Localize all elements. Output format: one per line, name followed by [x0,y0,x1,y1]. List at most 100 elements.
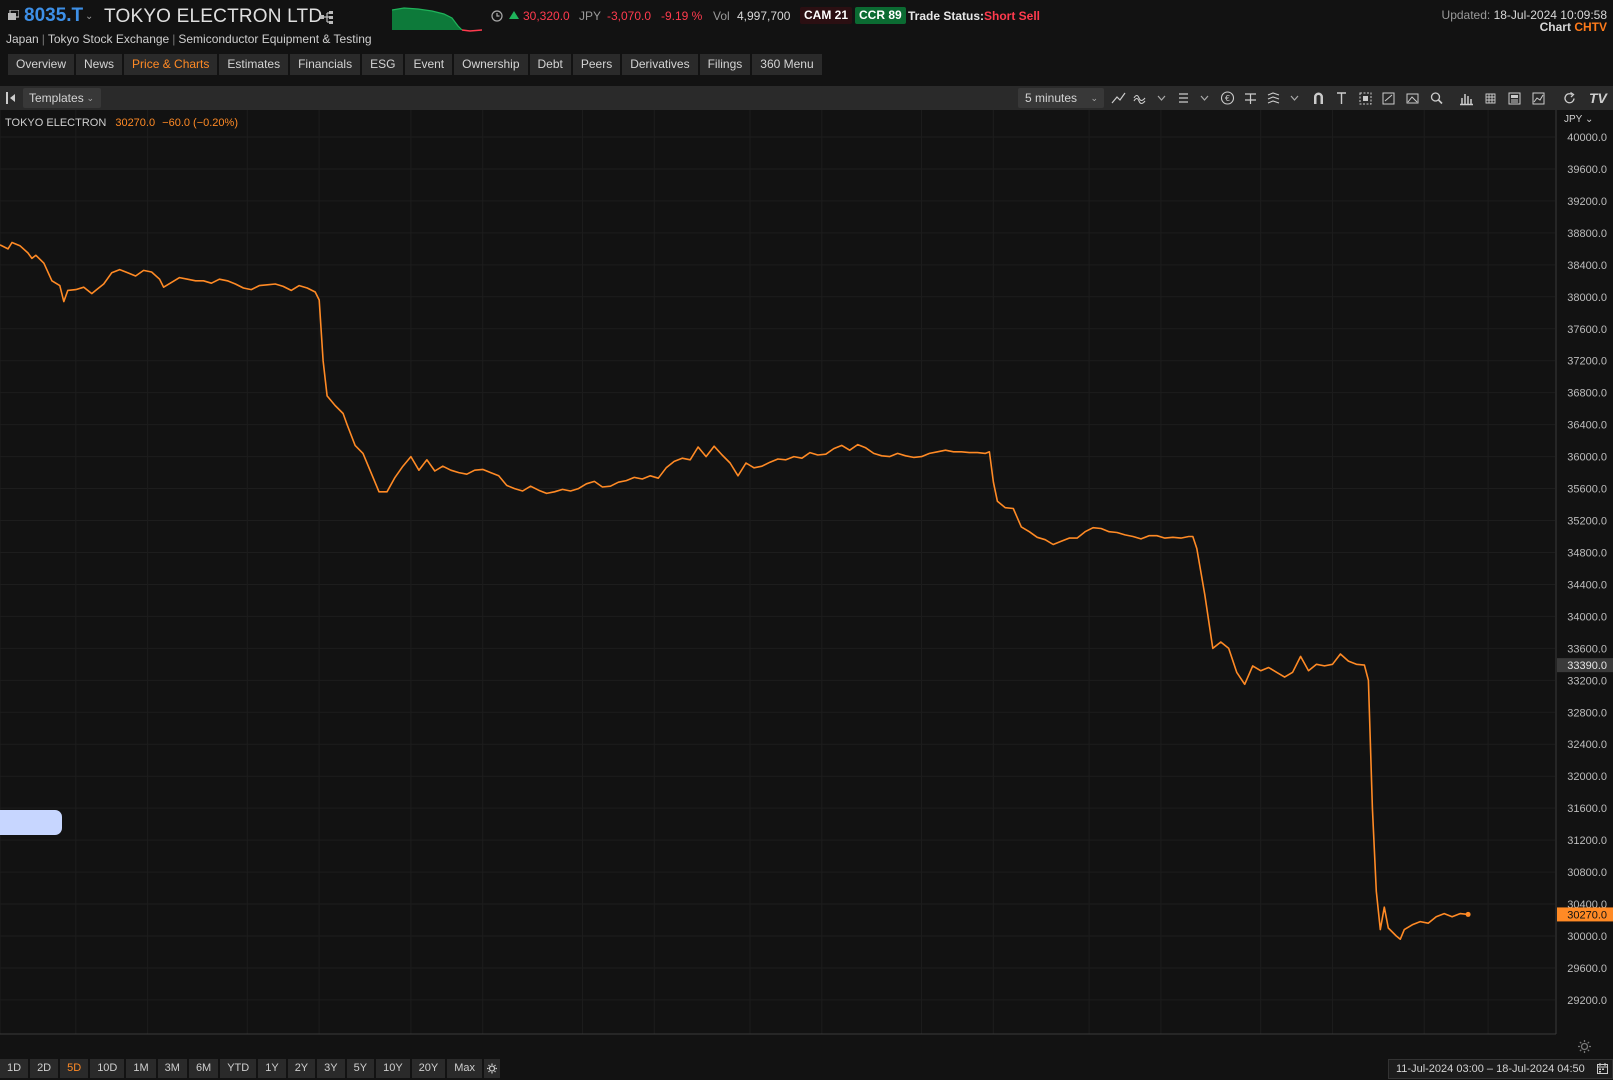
range-10y[interactable]: 10Y [376,1059,410,1078]
range-10d[interactable]: 10D [90,1059,125,1078]
sidebar-toggle-icon[interactable] [6,92,16,104]
templates-dropdown[interactable]: Templates ⌄ [23,88,101,108]
select-icon[interactable] [1356,89,1375,107]
zoom-box-icon[interactable] [1379,89,1398,107]
side-panel-tab[interactable] [0,810,62,835]
chevron-down-icon[interactable]: ⌄ [85,11,93,22]
range-settings-icon[interactable] [484,1059,501,1078]
quote-header: 8035.T ⌄ TOKYO ELECTRON LTD 30,320.0 JPY… [0,0,1613,84]
range-ytd[interactable]: YTD [220,1059,257,1078]
crosshair-icon[interactable] [1241,89,1260,107]
range-5d[interactable]: 5D [60,1059,89,1078]
price-line [0,241,1469,940]
tab-debt[interactable]: Debt [529,54,571,75]
y-tick-label: 33200.0 [1567,675,1607,687]
zoom-icon[interactable] [1427,89,1446,107]
compare-icon[interactable] [1529,89,1548,107]
ccr-badge[interactable]: CCR 89 [855,7,906,24]
chevron-down-icon: ⌄ [1584,114,1594,125]
tab-esg[interactable]: ESG [362,54,404,75]
tab-overview[interactable]: Overview [8,54,75,75]
y-tick-label: 35200.0 [1567,516,1607,528]
range-2y[interactable]: 2Y [287,1059,316,1078]
trade-status-value: Short Sell [984,9,1041,23]
y-tick-label: 32800.0 [1567,707,1607,719]
euro-icon[interactable]: € [1218,89,1237,107]
magnet-icon[interactable] [1309,89,1328,107]
tab-news[interactable]: News [76,54,123,75]
ric-code[interactable]: 8035.T [24,5,83,27]
y-tick-label: 36800.0 [1567,388,1607,400]
chart-legend: TOKYO ELECTRON 30270.0 −60.0 (−0.20%) [5,117,238,129]
tab-ownership[interactable]: Ownership [454,54,528,75]
price-chart[interactable]: 40000.0 39600.0 39200.0 38800.0 38400.0 38000… [0,110,1613,1080]
tab-peers[interactable]: Peers [572,54,621,75]
range-6m[interactable]: 6M [188,1059,219,1078]
range-3m[interactable]: 3M [157,1059,187,1078]
hierarchy-icon[interactable] [320,11,334,24]
calendar-icon[interactable] [1597,1063,1608,1074]
grid-icon[interactable] [1481,89,1500,107]
y-tick-label: 38400.0 [1567,260,1607,272]
tab-estimates[interactable]: Estimates [219,54,289,75]
tab-financials[interactable]: Financials [290,54,361,75]
tab-derivatives[interactable]: Derivatives [622,54,698,75]
range-buttons: 1D 2D 5D 10D 1M 3M 6M YTD 1Y 2Y 3Y 5Y 10Y 20Y Max [0,1059,501,1079]
range-5y[interactable]: 5Y [346,1059,375,1078]
range-1m[interactable]: 1M [126,1059,156,1078]
range-2d[interactable]: 2D [30,1059,59,1078]
templates-label: Templates [29,91,84,105]
interval-dropdown[interactable]: 5 minutes ⌄ [1018,88,1104,108]
interval-label: 5 minutes [1025,91,1078,105]
y-tick-label: 31600.0 [1567,803,1607,815]
line-style-icon[interactable] [1109,89,1128,107]
chart-plot[interactable]: 40000.0 39600.0 39200.0 38800.0 38400.0 38000… [0,110,1613,1036]
date-range-picker[interactable]: 11-Jul-2024 03:00 – 18-Jul-2024 04:50 [1388,1059,1613,1079]
text-icon[interactable] [1332,89,1351,107]
y-tick-label: 36000.0 [1567,452,1607,464]
cam-badge[interactable]: CAM 21 [800,7,853,24]
y-tick-label: 36400.0 [1567,420,1607,432]
snapshot-icon[interactable] [1403,89,1422,107]
list-icon[interactable] [1174,89,1193,107]
chart-app-code[interactable]: CHTV [1574,20,1607,34]
country: Japan [6,32,39,46]
tab-360-menu[interactable]: 360 Menu [752,54,822,75]
percent-change: -9.19 % [661,9,703,23]
bar-chart-icon[interactable] [1457,89,1476,107]
currency-selector[interactable]: JPY ⌄ [1564,114,1593,125]
y-tick-label: 33600.0 [1567,643,1607,655]
y-tick-label: 39200.0 [1567,196,1607,208]
range-20y[interactable]: 20Y [411,1059,446,1078]
pattern-icon[interactable] [1264,89,1283,107]
chart-label: Chart [1539,20,1571,34]
tile-icon[interactable] [8,10,19,20]
tab-filings[interactable]: Filings [699,54,751,75]
tab-event[interactable]: Event [405,54,453,75]
range-max[interactable]: Max [447,1059,483,1078]
up-arrow-icon [509,11,519,19]
range-3y[interactable]: 3Y [317,1059,345,1078]
chevron-down-icon: ⌄ [1090,93,1098,103]
dropdown-icon[interactable] [1195,89,1209,107]
reset-icon[interactable] [1560,89,1579,107]
separator: | [41,32,45,46]
indicator-icon[interactable] [1130,89,1149,107]
y-tick-label: 37200.0 [1567,356,1607,368]
range-1y[interactable]: 1Y [258,1059,286,1078]
chart-app-label: Chart CHTV [1540,20,1607,34]
legend-series-name: TOKYO ELECTRON [5,117,107,129]
company-name: TOKYO ELECTRON LTD [104,6,323,27]
y-tick-label: 37600.0 [1567,324,1607,336]
currency: JPY [579,9,602,23]
y-tick-label: 34400.0 [1567,579,1607,591]
dropdown-icon[interactable] [1152,89,1166,107]
tab-price-charts[interactable]: Price & Charts [124,54,218,75]
dropdown-icon[interactable] [1285,89,1299,107]
layout-icon[interactable] [1505,89,1524,107]
y-tick-label: 32400.0 [1567,739,1607,751]
range-1d[interactable]: 1D [0,1059,29,1078]
gear-icon[interactable] [1577,1039,1592,1054]
net-change: -3,070.0 [607,9,652,23]
date-range-text: 11-Jul-2024 03:00 – 18-Jul-2024 04:50 [1396,1063,1585,1075]
